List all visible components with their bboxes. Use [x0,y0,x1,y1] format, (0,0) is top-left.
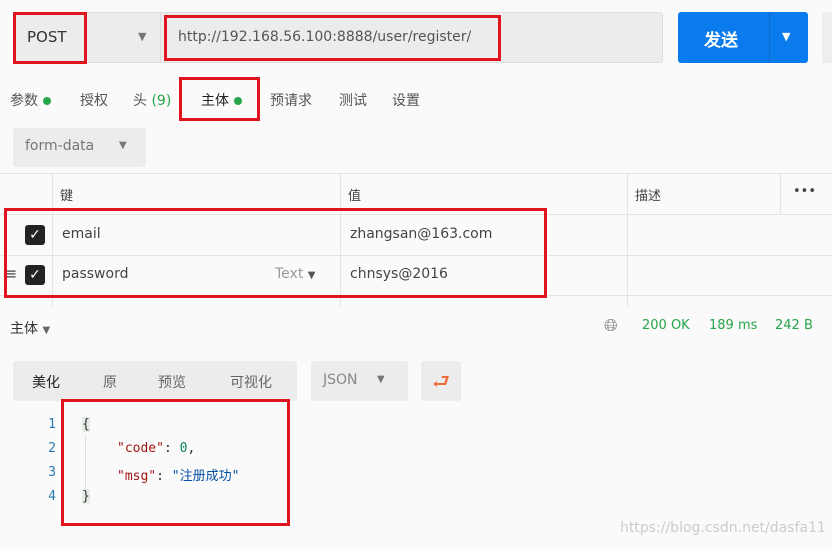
tab-preview[interactable]: 预览 [158,372,186,392]
tab-pretty[interactable]: 美化 [32,372,60,392]
format-label: JSON [323,372,358,388]
line-number: 2 [48,441,56,456]
highlight-method [13,12,87,64]
send-divider [769,12,770,63]
send-label: 发送 [704,31,738,51]
more-icon[interactable]: ••• [793,184,816,199]
body-type-select[interactable]: form-data ▼ [13,128,146,167]
chevron-down-icon[interactable]: ▼ [138,30,146,43]
tab-headers[interactable]: 头 (9) [133,90,171,110]
body-type-label: form-data [25,138,95,154]
response-body-toggle[interactable]: 主体 ▼ [10,318,50,338]
line-number: 3 [48,465,56,480]
tab-params[interactable]: 参数 [10,90,51,110]
highlight-rows [4,208,547,298]
active-dot [43,97,51,105]
chevron-down-icon[interactable]: ▼ [782,30,790,43]
tab-auth[interactable]: 授权 [80,90,108,110]
send-button[interactable]: 发送 ▼ [678,12,808,63]
chevron-down-icon: ▼ [377,374,385,385]
divider [160,13,161,62]
line-number: 4 [48,489,56,504]
header-value: 值 [348,189,362,204]
globe-icon[interactable]: 🌐︎ [604,316,618,336]
response-time: 189 ms [709,318,758,333]
highlight-body-tab [179,77,260,121]
status-code: 200 OK [642,318,690,333]
line-number: 1 [48,417,56,432]
highlight-url [164,15,501,61]
tab-raw[interactable]: 原 [103,372,117,392]
tab-pre-request[interactable]: 预请求 [270,90,312,110]
wrap-lines-button[interactable]: ⮐ [421,361,461,401]
side-edge [822,12,832,63]
response-size: 242 B [775,318,813,333]
header-key: 键 [60,189,74,204]
tab-settings[interactable]: 设置 [392,90,420,110]
chevron-down-icon: ▼ [119,140,127,151]
watermark: https://blog.csdn.net/dasfa11 [620,520,826,536]
tab-tests[interactable]: 测试 [339,90,367,110]
tab-visualize[interactable]: 可视化 [230,372,272,392]
format-select[interactable]: JSON ▼ [311,361,408,401]
header-description: 描述 [635,189,662,204]
highlight-response [61,399,290,526]
